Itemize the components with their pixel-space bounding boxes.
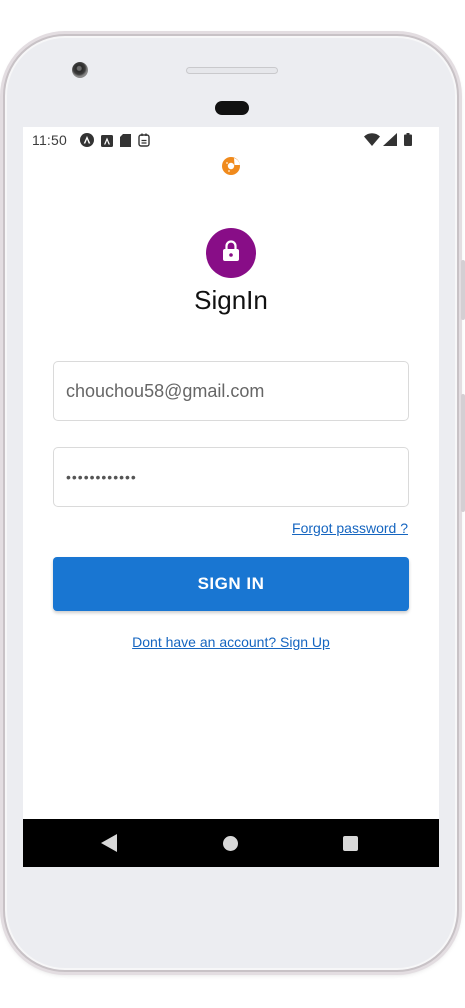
top-speaker (186, 67, 278, 74)
sign-in-button[interactable]: SIGN IN (53, 557, 409, 611)
page-title: SignIn (194, 285, 268, 315)
home-icon[interactable] (223, 836, 238, 851)
signal-icon (383, 133, 397, 149)
back-icon[interactable] (101, 834, 117, 857)
password-field[interactable] (53, 447, 409, 507)
navigation-bar (23, 819, 439, 867)
lock-avatar (206, 228, 256, 278)
sign-up-link[interactable]: Dont have an account? Sign Up (23, 634, 439, 650)
forgot-password-link[interactable]: Forgot password ? (292, 520, 408, 536)
earpiece (215, 101, 249, 115)
email-field[interactable] (53, 361, 409, 421)
sd-card-icon (120, 133, 131, 150)
front-camera (72, 62, 88, 78)
volume-button (461, 260, 465, 320)
android-auto-icon (80, 133, 94, 150)
device-screen: 11:50 SignIn chouchou58@gmail.com ••••••… (23, 127, 439, 867)
donut-logo-icon (220, 154, 242, 176)
status-system-icons (364, 133, 412, 149)
a-box-icon (101, 134, 113, 150)
password-input[interactable] (64, 468, 398, 486)
lock-icon (222, 239, 240, 267)
status-time: 11:50 (32, 132, 67, 148)
status-bar: 11:50 (23, 127, 439, 153)
email-input[interactable] (64, 379, 398, 403)
power-button (461, 394, 465, 512)
battery-icon (404, 133, 412, 149)
sync-icon (138, 133, 150, 150)
wifi-icon (364, 133, 380, 149)
recents-icon[interactable] (343, 836, 358, 851)
status-notification-icons (80, 133, 150, 150)
